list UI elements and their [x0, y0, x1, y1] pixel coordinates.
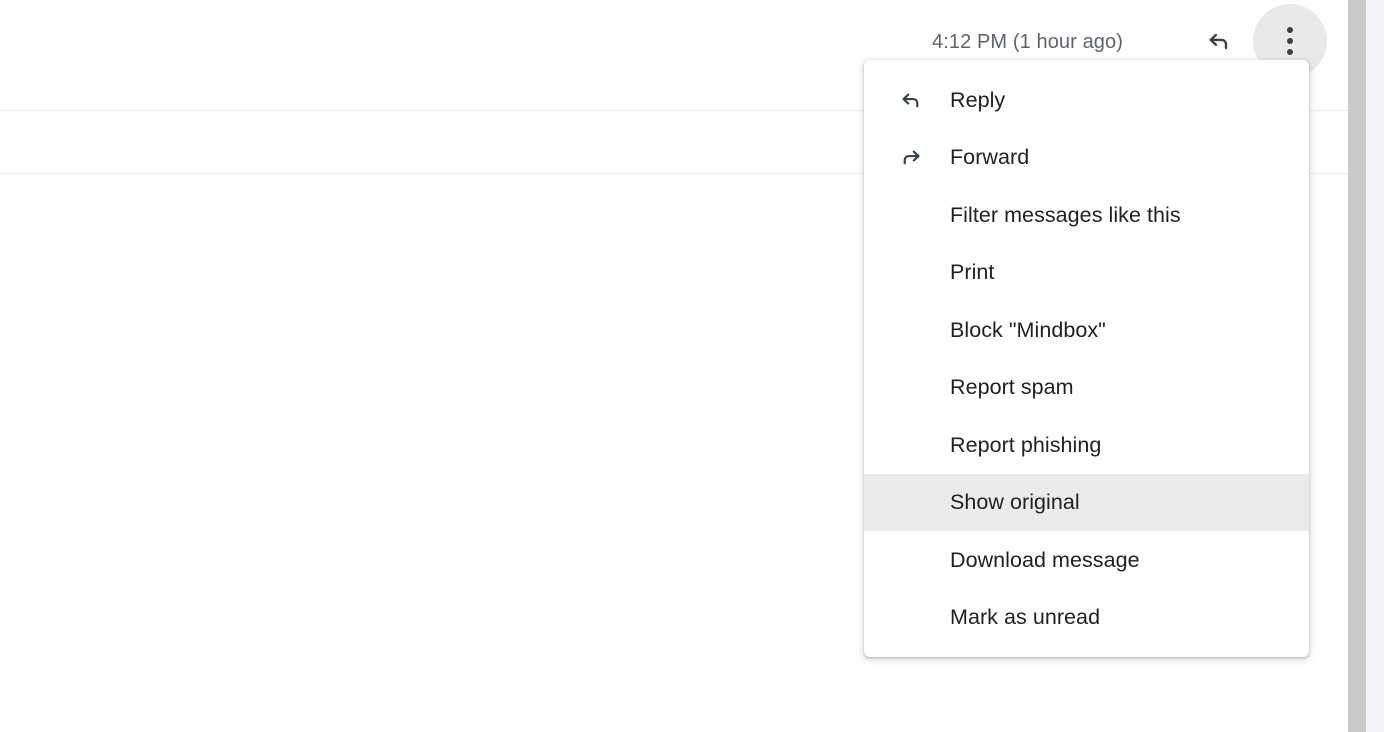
menu-item-label: Forward [950, 145, 1030, 170]
menu-item-forward[interactable]: Forward [864, 129, 1309, 187]
message-timestamp: 4:12 PM (1 hour ago) [932, 31, 1123, 53]
menu-item-label: Download message [950, 547, 1140, 572]
reply-arrow-icon [897, 86, 925, 114]
vertical-scrollbar-track[interactable] [1348, 0, 1384, 732]
menu-item-label: Print [950, 260, 995, 285]
menu-item-print[interactable]: Print [864, 244, 1309, 302]
gmail-message-view: 4:12 PM (1 hour ago) Reply Forward Filter … [0, 0, 1384, 732]
menu-item-filter-messages-like-this[interactable]: Filter messages like this [864, 186, 1309, 244]
menu-item-block-mindbox[interactable]: Block "Mindbox" [864, 301, 1309, 359]
reply-button[interactable] [1196, 18, 1242, 64]
more-vertical-icon [1287, 27, 1293, 55]
menu-item-reply[interactable]: Reply [864, 71, 1309, 129]
menu-item-label: Filter messages like this [950, 202, 1181, 227]
vertical-scrollbar-thumb[interactable] [1348, 0, 1366, 732]
menu-item-label: Show original [950, 490, 1080, 515]
menu-item-report-spam[interactable]: Report spam [864, 359, 1309, 417]
menu-item-label: Report phishing [950, 432, 1102, 457]
menu-item-mark-as-unread[interactable]: Mark as unread [864, 589, 1309, 647]
menu-item-show-original[interactable]: Show original [864, 473, 1309, 531]
menu-item-label: Report spam [950, 375, 1074, 400]
reply-arrow-icon [1204, 26, 1234, 56]
forward-arrow-icon [897, 143, 925, 171]
menu-item-label: Mark as unread [950, 605, 1101, 630]
menu-item-report-phishing[interactable]: Report phishing [864, 416, 1309, 474]
message-more-options-menu[interactable]: Reply Forward Filter messages like this Pri… [864, 60, 1309, 657]
menu-item-label: Block "Mindbox" [950, 317, 1106, 342]
menu-item-download-message[interactable]: Download message [864, 531, 1309, 589]
menu-item-label: Reply [950, 87, 1006, 112]
